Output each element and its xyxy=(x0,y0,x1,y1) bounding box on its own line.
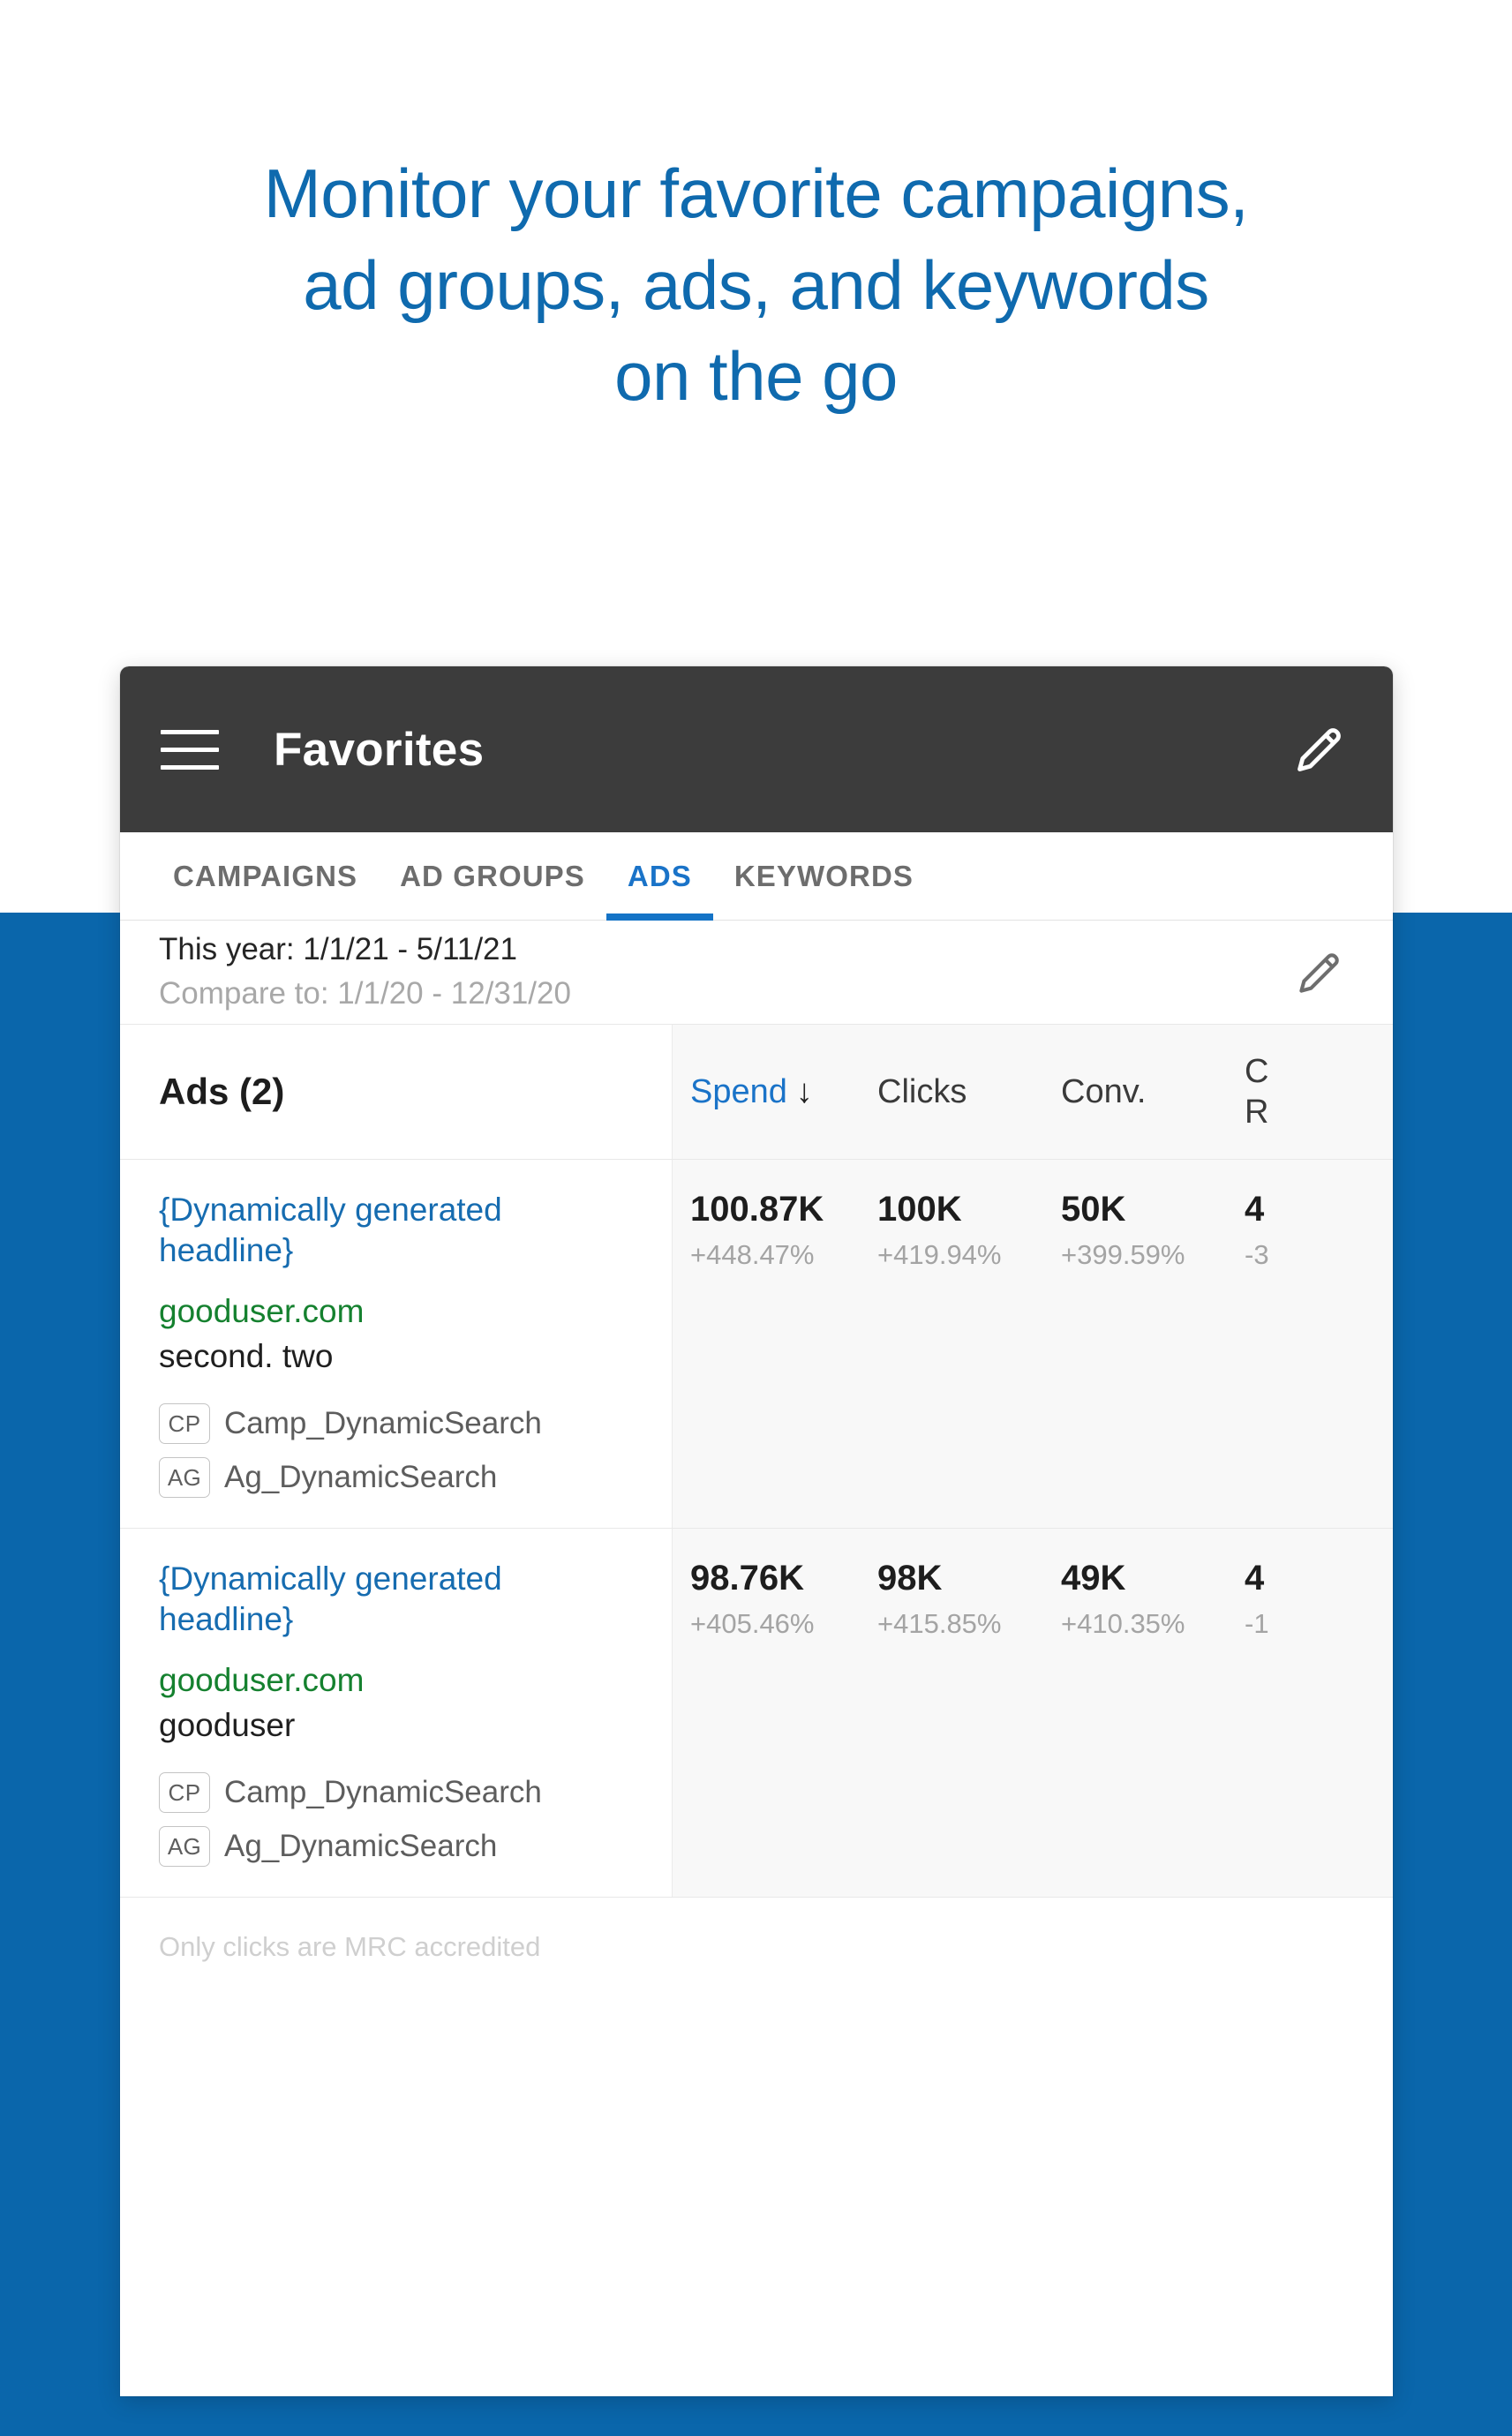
metric-conv-value: 50K xyxy=(1061,1190,1126,1229)
ad-display-url: gooduser.com xyxy=(159,1292,365,1329)
hamburger-bar xyxy=(161,729,219,734)
ad-headline[interactable]: {Dynamically generated headline} xyxy=(159,1559,633,1640)
metric-clicks-value: 100K xyxy=(877,1190,962,1229)
ad-meta: CP Camp_DynamicSearch AG Ag_DynamicSearc… xyxy=(159,1403,633,1499)
ad-meta: CP Camp_DynamicSearch AG Ag_DynamicSearc… xyxy=(159,1772,633,1868)
metric-conv: 49K +410.35% xyxy=(1061,1559,1245,1867)
tab-ad-groups[interactable]: AD GROUPS xyxy=(379,832,606,921)
toolbar-title: Favorites xyxy=(274,723,485,776)
ad-campaign-line: CP Camp_DynamicSearch xyxy=(159,1772,633,1814)
column-header-clicks[interactable]: Clicks xyxy=(877,1073,1061,1111)
campaign-name: Camp_DynamicSearch xyxy=(224,1406,542,1441)
table-title-cell: Ads (2) xyxy=(120,1025,673,1159)
table-row[interactable]: {Dynamically generated headline} gooduse… xyxy=(120,1160,1393,1530)
tab-campaigns[interactable]: CAMPAIGNS xyxy=(152,832,379,921)
metric-spend-delta: +405.46% xyxy=(690,1608,815,1640)
campaign-name: Camp_DynamicSearch xyxy=(224,1775,542,1810)
metric-conv-rate: 4 -1 xyxy=(1245,1559,1386,1867)
adgroup-chip: AG xyxy=(159,1457,210,1499)
mrc-footnote: Only clicks are MRC accredited xyxy=(120,1898,1393,1964)
tab-bar: CAMPAIGNS AD GROUPS ADS KEYWORDS xyxy=(120,832,1393,921)
table-row[interactable]: {Dynamically generated headline} gooduse… xyxy=(120,1529,1393,1898)
hamburger-bar xyxy=(161,764,219,770)
adgroup-name: Ag_DynamicSearch xyxy=(224,1829,498,1864)
metric-conv-delta: +410.35% xyxy=(1061,1608,1185,1640)
ads-count-label: Ads (2) xyxy=(159,1071,285,1112)
ad-metrics-cell: 100.87K +448.47% 100K +419.94% 50K +399.… xyxy=(673,1160,1393,1529)
metric-conv: 50K +399.59% xyxy=(1061,1190,1245,1498)
metric-conv-rate-delta: -3 xyxy=(1245,1239,1269,1270)
pencil-icon[interactable] xyxy=(1283,713,1356,786)
adgroup-name: Ag_DynamicSearch xyxy=(224,1460,498,1495)
ads-table: Ads (2) Spend ↓ Clicks Conv. C R {Dynami… xyxy=(120,1025,1393,2184)
column-header-conv-label: Conv. xyxy=(1061,1072,1147,1110)
metric-conv-rate: 4 -3 xyxy=(1245,1190,1386,1498)
metric-spend-value: 100.87K xyxy=(690,1190,824,1229)
ad-group-line: AG Ag_DynamicSearch xyxy=(159,1457,633,1499)
ad-info-cell[interactable]: {Dynamically generated headline} gooduse… xyxy=(120,1160,673,1529)
adgroup-chip: AG xyxy=(159,1826,210,1868)
campaign-chip: CP xyxy=(159,1772,210,1814)
metric-clicks: 98K +415.85% xyxy=(877,1559,1061,1867)
metric-conv-value: 49K xyxy=(1061,1559,1126,1598)
metric-conv-rate-value: 4 xyxy=(1245,1190,1265,1229)
metric-conv-delta: +399.59% xyxy=(1061,1239,1185,1270)
date-range-compare: Compare to: 1/1/20 - 12/31/20 xyxy=(159,976,571,1011)
column-header-conv[interactable]: Conv. xyxy=(1061,1073,1245,1111)
column-header-conv-rate-label: C R xyxy=(1245,1052,1269,1131)
table-header-row: Ads (2) Spend ↓ Clicks Conv. C R xyxy=(120,1025,1393,1160)
table-header-metrics: Spend ↓ Clicks Conv. C R xyxy=(673,1025,1393,1159)
column-header-clicks-label: Clicks xyxy=(877,1072,967,1110)
metric-spend-delta: +448.47% xyxy=(690,1239,815,1270)
column-header-spend-label: Spend xyxy=(690,1072,787,1110)
ad-headline[interactable]: {Dynamically generated headline} xyxy=(159,1190,633,1271)
metric-clicks-delta: +419.94% xyxy=(877,1239,1002,1270)
campaign-chip: CP xyxy=(159,1403,210,1445)
date-range-primary: This year: 1/1/21 - 5/11/21 xyxy=(159,932,517,967)
page-title: Monitor your favorite campaigns, ad grou… xyxy=(263,154,1249,416)
ad-info-cell[interactable]: {Dynamically generated headline} gooduse… xyxy=(120,1529,673,1898)
ad-display-url: gooduser.com xyxy=(159,1661,365,1698)
metric-spend: 98.76K +405.46% xyxy=(690,1559,877,1867)
ad-metrics-cell: 98.76K +405.46% 98K +415.85% 49K +410.35… xyxy=(673,1529,1393,1898)
sort-descending-icon: ↓ xyxy=(795,1073,813,1110)
metric-spend: 100.87K +448.47% xyxy=(690,1190,877,1498)
column-header-spend[interactable]: Spend ↓ xyxy=(690,1073,877,1111)
table-bottom-spacer xyxy=(120,1963,1393,2184)
hamburger-icon[interactable] xyxy=(157,717,222,782)
pencil-icon[interactable] xyxy=(1285,938,1354,1007)
app-toolbar: Favorites xyxy=(120,666,1393,832)
app-screenshot-card: Favorites CAMPAIGNS AD GROUPS ADS KEYWOR… xyxy=(120,666,1393,2396)
metric-clicks-delta: +415.85% xyxy=(877,1608,1002,1640)
metric-conv-rate-delta: -1 xyxy=(1245,1608,1269,1640)
date-range-row[interactable]: This year: 1/1/21 - 5/11/21 Compare to: … xyxy=(120,921,1393,1025)
ad-campaign-line: CP Camp_DynamicSearch xyxy=(159,1403,633,1445)
column-header-conv-rate[interactable]: C R xyxy=(1245,1051,1386,1133)
tab-keywords[interactable]: KEYWORDS xyxy=(713,832,935,921)
metric-clicks-value: 98K xyxy=(877,1559,943,1598)
metric-clicks: 100K +419.94% xyxy=(877,1190,1061,1498)
tab-ads[interactable]: ADS xyxy=(606,832,713,921)
metric-spend-value: 98.76K xyxy=(690,1559,804,1598)
hamburger-bar xyxy=(161,747,219,752)
metric-conv-rate-value: 4 xyxy=(1245,1559,1265,1598)
date-range-text: This year: 1/1/21 - 5/11/21 Compare to: … xyxy=(159,931,1285,1013)
ad-group-line: AG Ag_DynamicSearch xyxy=(159,1826,633,1868)
ad-description: gooduser xyxy=(159,1707,296,1743)
ad-description: second. two xyxy=(159,1337,334,1374)
